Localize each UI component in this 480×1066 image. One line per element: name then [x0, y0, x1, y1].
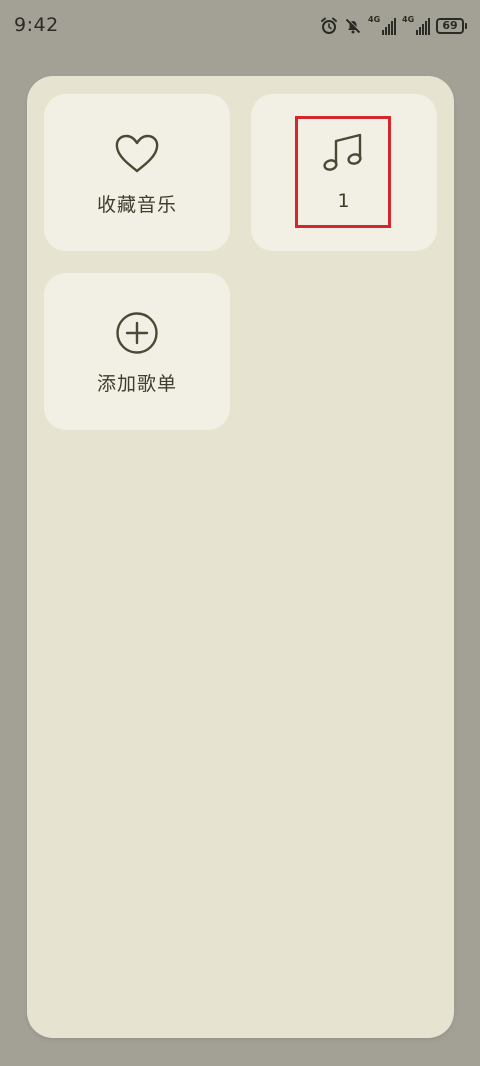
- playlist-panel: 收藏音乐 1 添加歌单: [27, 76, 454, 1038]
- mute-icon: [344, 17, 362, 35]
- alarm-icon: [320, 17, 338, 35]
- heart-icon: [114, 132, 160, 176]
- status-time: 9:42: [14, 14, 59, 36]
- status-icons: 4G 4G 69: [320, 15, 467, 37]
- add-playlist-tile[interactable]: 添加歌单: [44, 273, 230, 430]
- cellular-signal-2-icon: 4G: [402, 16, 430, 35]
- status-bar: 9:42 4G 4G 69: [0, 0, 480, 52]
- battery-icon: 69: [436, 18, 467, 34]
- tile-label: 收藏音乐: [96, 194, 177, 216]
- favorite-music-tile[interactable]: 收藏音乐: [44, 94, 230, 251]
- music-note-icon: [322, 132, 366, 176]
- plus-circle-icon: [115, 311, 159, 355]
- playlist-tile[interactable]: 1: [251, 94, 437, 251]
- cellular-signal-icon: 4G: [368, 16, 396, 35]
- tile-label: 添加歌单: [96, 373, 177, 395]
- tile-label: 1: [337, 190, 351, 212]
